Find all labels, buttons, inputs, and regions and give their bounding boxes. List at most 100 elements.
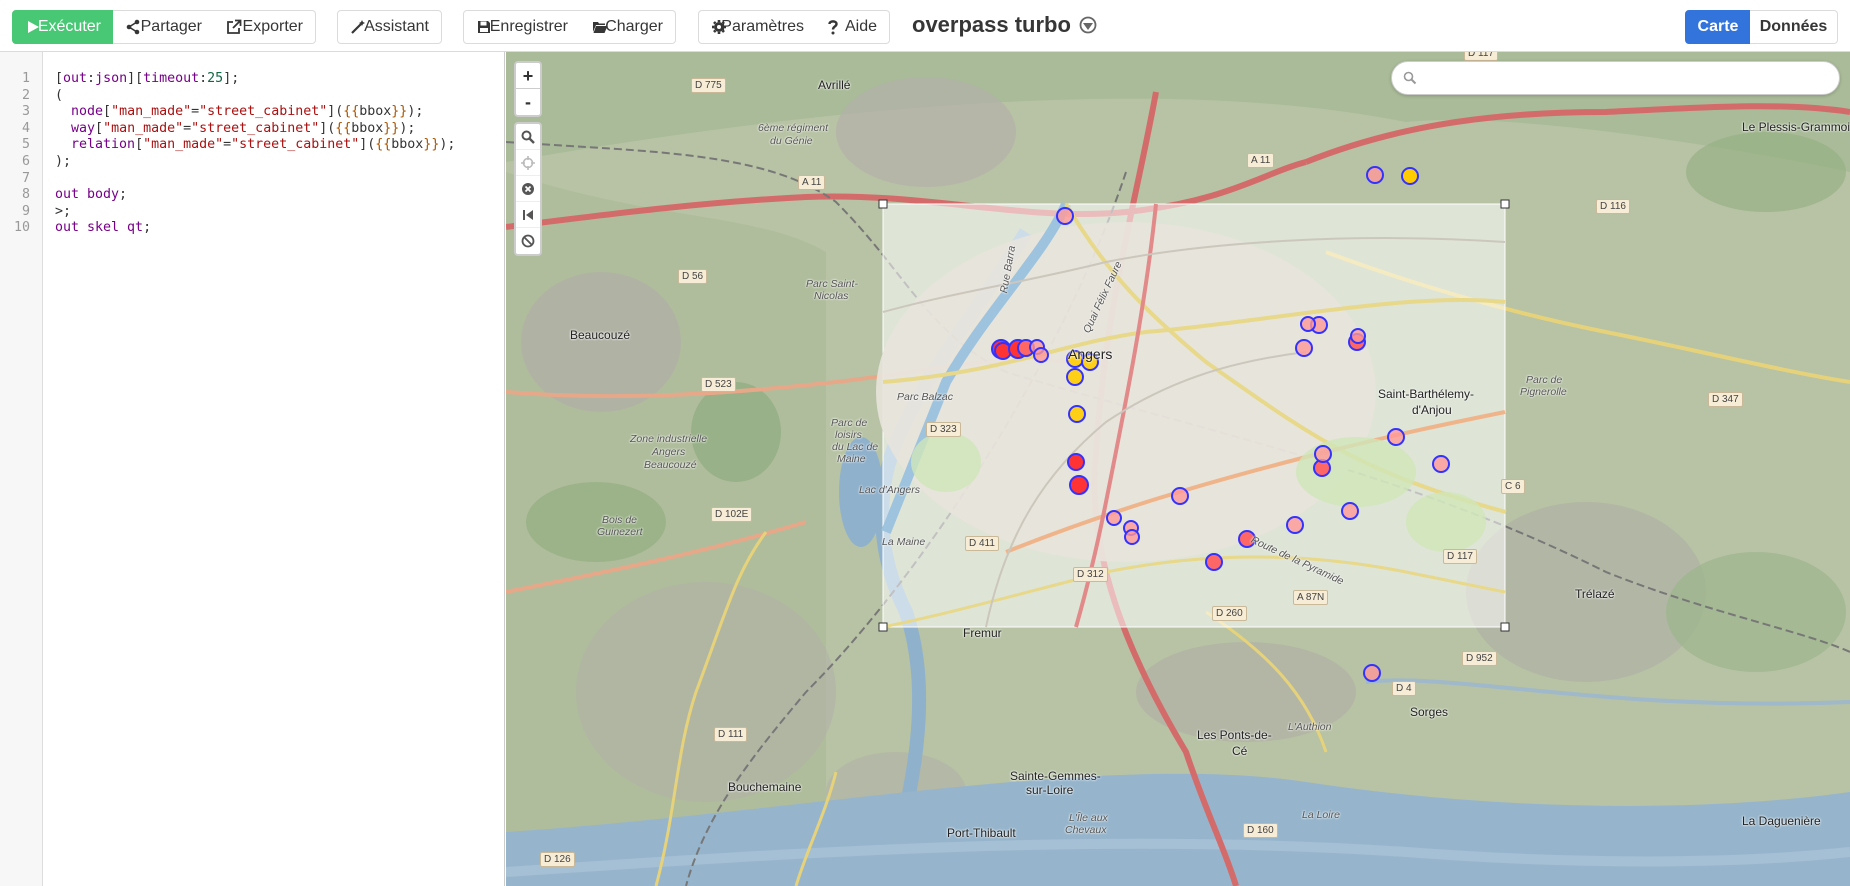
road-label-d323: D 323: [926, 422, 961, 437]
place-label-sorges: Sorges: [1410, 705, 1449, 719]
place-label-fremur: Fremur: [963, 626, 1002, 640]
locate-button[interactable]: [516, 150, 540, 176]
road-label-d117-south: D 117: [1443, 549, 1477, 564]
run-label: Exécuter: [37, 18, 101, 35]
ban-icon: [521, 234, 535, 248]
clear-bbox-button[interactable]: [516, 176, 540, 202]
tab-map[interactable]: Carte: [1685, 10, 1751, 44]
place-label-parc-balzac: Parc Balzac: [897, 391, 954, 403]
place-label-port-thibault: Port-Thibault: [947, 826, 1016, 840]
folder-open-icon: [592, 19, 608, 35]
place-label-beaucouze: Beaucouzé: [570, 328, 631, 342]
disable-data-button[interactable]: [516, 228, 540, 254]
save-button[interactable]: Enregistrer: [463, 10, 581, 44]
load-label: Charger: [605, 18, 663, 35]
settings-button[interactable]: Paramètres: [698, 10, 817, 44]
place-label-parc-saint-nicolas-2: Nicolas: [814, 290, 849, 302]
road-label-d347: D 347: [1708, 392, 1743, 407]
place-label-sainte-gemmes-2: sur-Loire: [1026, 783, 1074, 797]
road-label-d160: D 160: [1243, 823, 1278, 838]
line-number: 4: [21, 120, 30, 136]
place-label-les-ponts-de-ce: Les Ponts-de-: [1197, 728, 1272, 742]
place-label-parc-loisirs-4: Maine: [837, 453, 866, 465]
place-label-regiment: 6ème régiment: [758, 122, 829, 134]
road-label-d312: D 312: [1073, 567, 1108, 582]
place-label-les-ponts-de-ce-2: Cé: [1232, 744, 1248, 758]
road-label-a11-west: A 11: [798, 175, 826, 190]
search-icon: [1403, 71, 1417, 85]
help-label: Aide: [844, 18, 877, 35]
road-label-d56: D 56: [678, 269, 708, 284]
place-label-ile-chevaux-2: Chevaux: [1065, 824, 1107, 836]
place-label-avrille: Avrillé: [818, 78, 851, 92]
step-backward-icon: [523, 209, 533, 220]
road-label-d411: D 411: [965, 536, 999, 551]
query-editor[interactable]: 1 [out:json][timeout:25]; 2 ( 3 node["man_…: [0, 52, 505, 886]
place-label-le-plessis: Le Plessis-Grammoire: [1742, 120, 1850, 134]
help-button[interactable]: Aide: [816, 10, 890, 44]
zoom-out-button[interactable]: -: [516, 89, 540, 115]
toolbar: Exécuter Partager Exporter Assistant Enr…: [0, 0, 1850, 52]
place-label-la-loire: La Loire: [1302, 809, 1340, 821]
code-text: out skel qt;: [55, 220, 152, 236]
fullscreen-toggle-button[interactable]: [516, 202, 540, 228]
save-label: Enregistrer: [489, 18, 568, 35]
export-button[interactable]: Exporter: [214, 10, 316, 44]
line-number: 8: [21, 187, 30, 203]
place-label-l-authion: L'Authion: [1288, 721, 1332, 733]
road-label-d117-north: D 117: [1464, 52, 1498, 61]
run-button[interactable]: Exécuter: [12, 10, 114, 44]
map-view[interactable]: Angers Avrillé Beaucouzé Saint-Barthélem…: [506, 52, 1850, 886]
road-label-d102e: D 102E: [711, 507, 753, 522]
place-label-la-daguenière: La Daguenière: [1742, 814, 1821, 828]
floppy-disk-icon: [476, 19, 490, 35]
place-label-lac-angers: Lac d'Angers: [859, 484, 920, 496]
place-label-parc-loisirs-3: du Lac de: [832, 441, 879, 453]
wizard-button[interactable]: Assistant: [337, 10, 442, 44]
tab-data-label: Données: [1759, 18, 1828, 35]
share-button[interactable]: Partager: [113, 10, 215, 44]
logo-icon: [1079, 16, 1097, 34]
line-number: 10: [13, 220, 30, 236]
road-label-d775: D 775: [691, 78, 726, 93]
place-label-la-maine: La Maine: [882, 536, 926, 548]
share-label: Partager: [140, 18, 202, 35]
wizard-label: Assistant: [364, 18, 429, 35]
app-title: overpass turbo: [912, 12, 1097, 38]
settings-label: Paramètres: [721, 18, 804, 35]
code-text: >;: [55, 203, 72, 219]
place-label-parc-pignerolle: Parc de: [1526, 374, 1563, 386]
line-number: 5: [21, 137, 30, 153]
place-label-zone-industrielle-2: Angers: [652, 446, 686, 458]
road-label-a87n: A 87N: [1293, 590, 1329, 605]
place-label-bois-guinezert: Bois de: [602, 514, 638, 526]
place-label-zone-industrielle: Zone industrielle: [630, 433, 708, 445]
zoom-to-data-button[interactable]: [516, 124, 540, 150]
place-label-parc-pignerolle-2: Pignerolle: [1520, 386, 1567, 398]
road-label-a11-north: A 11: [1247, 153, 1275, 168]
road-label-d523: D 523: [701, 377, 736, 392]
road-label-d4: D 4: [1392, 681, 1416, 696]
map-search-input[interactable]: [1391, 61, 1840, 95]
place-label-parc-loisirs: Parc de: [831, 417, 868, 429]
place-label-zone-industrielle-3: Beaucouzé: [644, 459, 697, 471]
place-label-parc-saint-nicolas: Parc Saint-: [806, 278, 858, 290]
road-label-d260: D 260: [1212, 606, 1247, 621]
play-icon: [25, 19, 39, 35]
circle-x-icon: [522, 182, 534, 195]
line-number: 6: [21, 153, 30, 169]
zoom-control: + -: [514, 61, 542, 117]
road-label-c6: C 6: [1501, 479, 1525, 494]
load-button[interactable]: Charger: [580, 10, 676, 44]
magnifier-icon: [521, 130, 535, 144]
external-link-icon: [226, 19, 242, 35]
code-text: );: [55, 153, 72, 169]
map-tools: [514, 122, 542, 256]
tab-data[interactable]: Données: [1750, 10, 1838, 44]
road-label-d952: D 952: [1462, 651, 1497, 666]
zoom-in-button[interactable]: +: [516, 63, 540, 89]
code-text: out body;: [55, 187, 128, 203]
code-text: way["man_made"="street_cabinet"]({{bbox}…: [71, 120, 416, 136]
line-number: 2: [21, 87, 30, 103]
line-number: 3: [21, 104, 30, 120]
